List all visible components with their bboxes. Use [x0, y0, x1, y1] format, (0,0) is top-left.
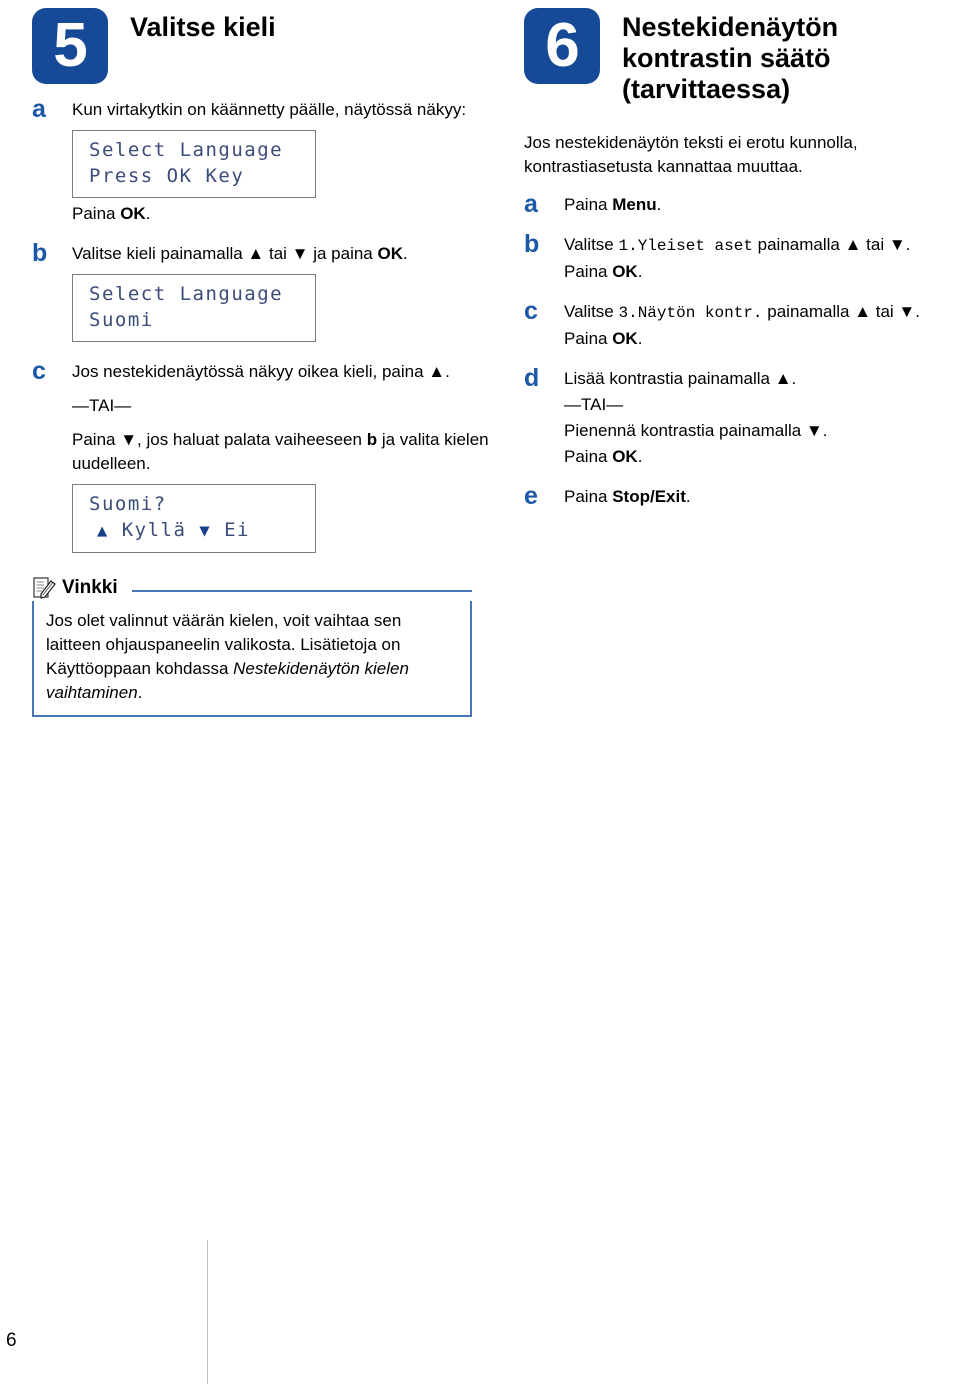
lcd-line-2: Press OK Key [89, 165, 245, 187]
note-pencil-icon [32, 576, 56, 600]
step-row-c: c Valitse 3.Näytön kontr. painamalla ▲ t… [524, 297, 954, 353]
section-header-5: 5 Valitse kieli [32, 8, 492, 84]
step-letter-b: b [524, 230, 540, 258]
step-c-prefix: Valitse [564, 302, 619, 321]
step-body-e: Paina Stop/Exit. [564, 485, 954, 511]
step-c-text-2: Paina ▼, jos haluat palata vaiheeseen b … [72, 430, 489, 473]
note-title: Vinkki [62, 577, 118, 598]
column-right: 6 Nestekidenäytön kontrastin säätö (tarv… [524, 0, 954, 511]
step-body-c: Jos nestekidenäytössä näkyy oikea kieli,… [72, 360, 492, 557]
menu-item-nayton-kontr: 3.Näytön kontr. [618, 304, 763, 322]
lcd-line-2: ▲ Kyllä ▼ Ei [97, 517, 315, 544]
page-canvas: 5 Valitse kieli a Kun virtakytkin on kää… [0, 0, 960, 1384]
step-b-suffix: painamalla ▲ tai ▼. [752, 235, 911, 254]
menu-item-yleiset-aset: 1.Yleiset aset [618, 237, 753, 255]
step-b-text: Valitse kieli painamalla ▲ tai ▼ ja pain… [72, 244, 408, 263]
step-row-b: b Valitse 1.Yleiset aset painamalla ▲ ta… [524, 230, 954, 286]
step-c-suffix: painamalla ▲ tai ▼. [762, 302, 920, 321]
step-d-text-2: Pienennä kontrastia painamalla ▼. [564, 421, 828, 440]
lcd-line-1: Select Language [89, 283, 284, 305]
step-d-text-3: Paina OK. [564, 447, 643, 466]
step-row-c: c Jos nestekidenäytössä näkyy oikea kiel… [32, 357, 492, 557]
lcd-line-2: Suomi [89, 309, 154, 331]
step-letter-c: c [524, 297, 538, 325]
step-letter-b: b [32, 239, 48, 267]
step-a-text: Kun virtakytkin on käännetty päälle, näy… [72, 100, 467, 119]
lcd-panel-select-language-press-ok: Select Language Press OK Key [72, 130, 316, 198]
step-e-text: Paina Stop/Exit. [564, 485, 954, 509]
step-b-text: Valitse 1.Yleiset aset painamalla ▲ tai … [564, 233, 954, 258]
key-stop-exit-label: Stop/Exit [612, 487, 686, 506]
column-left: 5 Valitse kieli a Kun virtakytkin on kää… [32, 0, 492, 717]
note-header: Vinkki [32, 575, 472, 601]
page-number: 6 [6, 1330, 17, 1351]
step-e-suffix: . [685, 487, 691, 506]
step-number-badge-6: 6 [524, 8, 600, 84]
step-body-c: Valitse 3.Näytön kontr. painamalla ▲ tai… [564, 300, 954, 353]
step-b-prefix: Valitse [564, 235, 619, 254]
section-header-6: 6 Nestekidenäytön kontrastin säätö (tarv… [524, 8, 954, 105]
triangle-down-icon: ▼ [199, 521, 212, 541]
step-a-prefix: Paina [564, 195, 613, 214]
step-body-a: Paina Menu. [564, 193, 954, 219]
step-d-text-1: Lisää kontrastia painamalla ▲. [564, 369, 797, 388]
lcd-panel-suomi-confirm: Suomi? ▲ Kyllä ▼ Ei [72, 484, 316, 553]
step-row-e: e Paina Stop/Exit. [524, 482, 954, 511]
step-number-badge-5: 5 [32, 8, 108, 84]
step-letter-a: a [524, 190, 538, 218]
lcd-no-label: Ei [224, 519, 250, 541]
lcd-line-1: Select Language [89, 139, 284, 161]
step-row-d: d Lisää kontrastia painamalla ▲. —TAI— P… [524, 364, 954, 471]
note-box-vinkki: Vinkki Jos olet valinnut väärän kielen, … [32, 575, 472, 717]
step-row-b: b Valitse kieli painamalla ▲ tai ▼ ja pa… [32, 239, 492, 346]
key-menu-label: Menu [612, 195, 657, 214]
note-text-plain-2: . [137, 683, 143, 702]
step-letter-e: e [524, 482, 538, 510]
note-body: Jos olet valinnut väärän kielen, voit va… [32, 601, 472, 717]
step-body-a: Kun virtakytkin on käännetty päälle, näy… [72, 98, 492, 228]
lcd-line-1: Suomi? [89, 493, 167, 515]
step-body-b: Valitse 1.Yleiset aset painamalla ▲ tai … [564, 233, 954, 286]
lcd-panel-select-language-suomi: Select Language Suomi [72, 274, 316, 342]
step-b-second-text: Paina OK. [564, 262, 643, 281]
note-header-rule [131, 590, 472, 592]
step-c-text-1: Jos nestekidenäytössä näkyy oikea kieli,… [72, 362, 450, 381]
step-d-or-separator: —TAI— [564, 395, 624, 414]
section-intro-text: Jos nestekidenäytön teksti ei erotu kunn… [524, 133, 858, 176]
triangle-up-icon: ▲ [97, 521, 109, 541]
step-row-a: a Paina Menu. [524, 190, 954, 219]
step-letter-a: a [32, 95, 46, 123]
step-e-prefix: Paina [564, 487, 613, 506]
step-c-or-separator: —TAI— [72, 396, 132, 415]
step-row-a: a Kun virtakytkin on käännetty päälle, n… [32, 95, 492, 228]
step-a-text: Paina Menu. [564, 193, 954, 217]
step-a-after-text: Paina OK. [72, 204, 151, 223]
section-title-6: Nestekidenäytön kontrastin säätö (tarvit… [622, 12, 839, 104]
step-a-suffix: . [656, 195, 662, 214]
step-letter-c: c [32, 357, 46, 385]
step-c-text: Valitse 3.Näytön kontr. painamalla ▲ tai… [564, 300, 954, 325]
step-letter-d: d [524, 364, 540, 392]
step-body-d: Lisää kontrastia painamalla ▲. —TAI— Pie… [564, 367, 954, 471]
lcd-yes-label: Kyllä [121, 519, 187, 541]
page-divider-rule [207, 1240, 208, 1384]
step-body-b: Valitse kieli painamalla ▲ tai ▼ ja pain… [72, 242, 492, 346]
section-title-5: Valitse kieli [130, 12, 276, 42]
step-c-second-text: Paina OK. [564, 329, 643, 348]
